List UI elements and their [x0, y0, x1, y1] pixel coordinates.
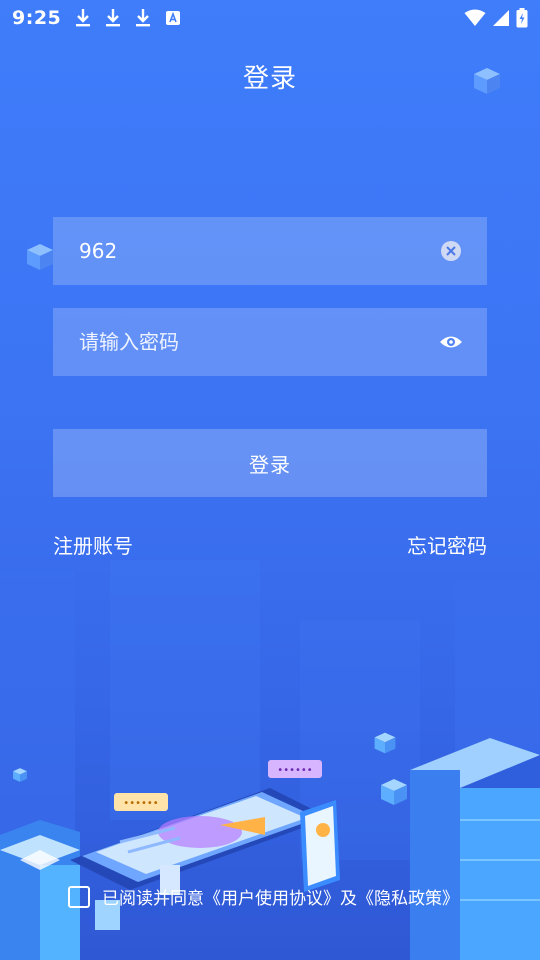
status-right [464, 8, 528, 28]
password-field[interactable] [53, 308, 487, 376]
agreement-checkbox[interactable] [68, 885, 90, 908]
login-button[interactable]: 登录 [53, 429, 487, 497]
status-left: 9:25 [12, 7, 181, 29]
eye-icon[interactable] [439, 330, 463, 354]
clear-icon[interactable] [439, 239, 463, 263]
download-icon [135, 8, 151, 28]
download-icon [105, 8, 121, 28]
cube-icon [374, 732, 396, 754]
font-icon [165, 10, 181, 26]
battery-icon [516, 8, 528, 28]
agreement-text[interactable]: 已阅读并同意《用户使用协议》及《隐私政策》 [102, 884, 459, 909]
wifi-icon [464, 9, 486, 27]
password-input[interactable] [77, 329, 439, 355]
svg-text:••••••: •••••• [123, 798, 158, 809]
download-icon [75, 8, 91, 28]
cube-icon [27, 244, 53, 270]
signal-icon [492, 9, 510, 27]
forgot-password-link[interactable]: 忘记密码 [407, 530, 487, 559]
account-field[interactable] [53, 217, 487, 285]
status-bar: 9:25 [0, 0, 540, 36]
page-title: 登录 [242, 64, 297, 94]
account-input[interactable] [77, 238, 439, 264]
cube-icon [381, 779, 407, 805]
agreement-row: 已阅读并同意《用户使用协议》及《隐私政策》 [68, 884, 459, 909]
status-time: 9:25 [12, 7, 62, 29]
cube-icon [13, 768, 27, 782]
svg-text:••••••: •••••• [277, 765, 312, 776]
register-link[interactable]: 注册账号 [53, 530, 133, 559]
